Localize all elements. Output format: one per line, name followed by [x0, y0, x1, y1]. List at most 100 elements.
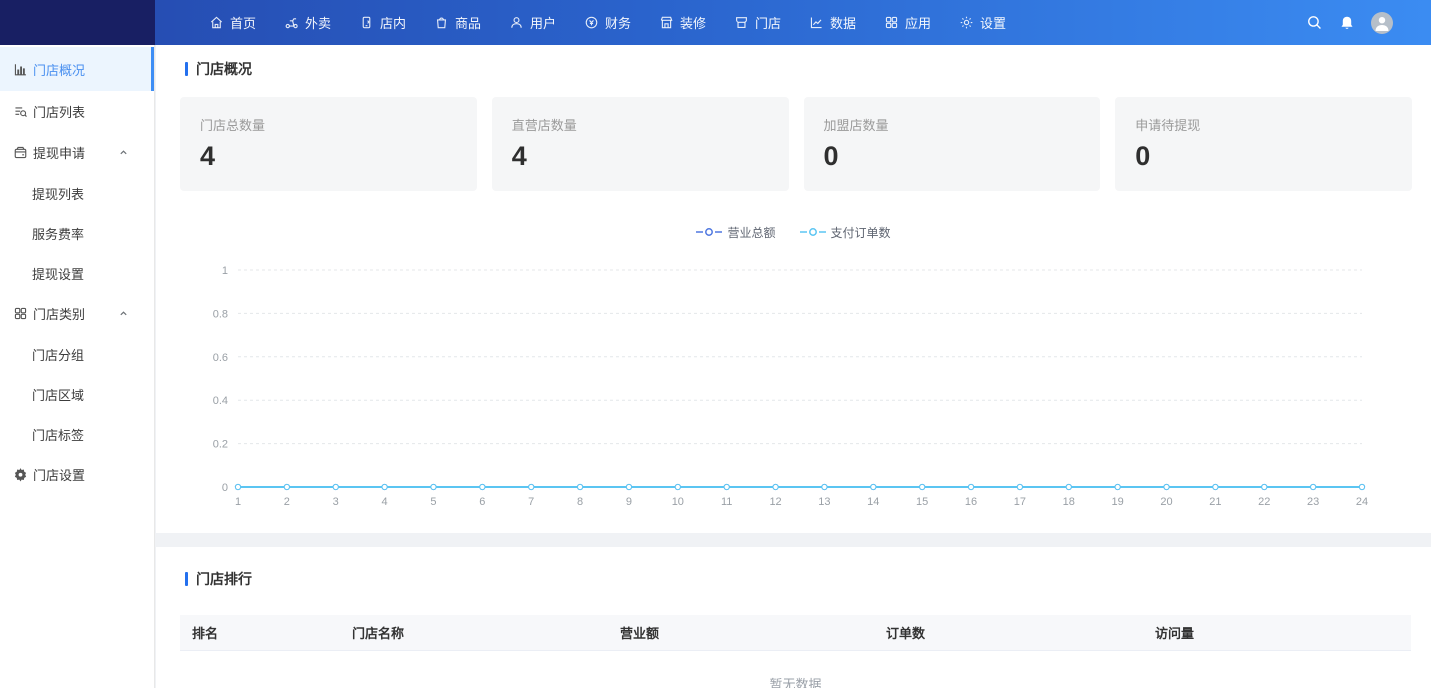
sidebar-subitem-label: 提现设置	[32, 264, 84, 283]
category-grid-icon	[13, 306, 28, 321]
svg-text:7: 7	[528, 496, 534, 508]
nav-item-home[interactable]: 首页	[195, 0, 270, 45]
sidebar-item-label: 门店设置	[33, 465, 85, 484]
svg-text:15: 15	[916, 496, 928, 508]
nav-item-label: 用户	[530, 13, 556, 32]
data-icon	[809, 15, 824, 30]
stat-card-label: 申请待提现	[1135, 115, 1392, 134]
stat-card-value: 0	[824, 143, 1081, 170]
svg-text:18: 18	[1063, 496, 1075, 508]
svg-text:17: 17	[1014, 496, 1026, 508]
user-avatar[interactable]	[1371, 12, 1393, 34]
sidebar-subitem-withdraw-list[interactable]: 提现列表	[0, 173, 154, 213]
nav-item-label: 商品	[455, 13, 481, 32]
svg-text:8: 8	[577, 496, 583, 508]
nav-item-user[interactable]: 用户	[495, 0, 570, 45]
nav-item-data[interactable]: 数据	[795, 0, 870, 45]
nav-item-label: 装修	[680, 13, 706, 32]
list-search-icon	[13, 104, 28, 119]
wallet-icon	[13, 145, 28, 160]
bell-icon[interactable]	[1339, 15, 1355, 31]
nav-item-settings[interactable]: 设置	[945, 0, 1020, 45]
nav-item-instore[interactable]: 店内	[345, 0, 420, 45]
column-header-visits: 访问量	[1143, 623, 1411, 642]
stat-card-value: 0	[1135, 143, 1392, 170]
nav-item-apps[interactable]: 应用	[870, 0, 945, 45]
stat-card-franchise-stores: 加盟店数量 0	[804, 97, 1101, 191]
gear-icon	[13, 467, 28, 482]
settings-icon	[959, 15, 974, 30]
stat-card-pending-withdraw: 申请待提现 0	[1115, 97, 1412, 191]
ranking-panel: 门店排行 排名 门店名称 营业额 订单数 访问量 暂无数据	[156, 547, 1431, 688]
bar-chart-icon	[13, 62, 28, 77]
svg-text:1: 1	[222, 265, 228, 277]
nav-item-decorate[interactable]: 装修	[645, 0, 720, 45]
main-content: 门店概况 门店总数量 4 直营店数量 4 加盟店数量 0 申请待提现 0	[156, 45, 1431, 688]
sidebar-item-label: 门店列表	[33, 102, 85, 121]
overview-panel: 门店概况 门店总数量 4 直营店数量 4 加盟店数量 0 申请待提现 0	[156, 45, 1431, 533]
svg-text:2: 2	[284, 496, 290, 508]
svg-text:9: 9	[626, 496, 632, 508]
sidebar-subitem-label: 门店区域	[32, 385, 84, 404]
column-header-orders: 订单数	[874, 623, 1143, 642]
sidebar-item-store-category[interactable]: 门店类别	[0, 293, 154, 334]
section-title-text: 门店概况	[196, 59, 252, 79]
sidebar-subitem-store-region[interactable]: 门店区域	[0, 374, 154, 414]
store-icon	[734, 15, 749, 30]
nav-item-finance[interactable]: 财务	[570, 0, 645, 45]
instore-icon	[359, 15, 374, 30]
svg-text:19: 19	[1112, 496, 1124, 508]
svg-text:23: 23	[1307, 496, 1319, 508]
sidebar-subitem-label: 提现列表	[32, 184, 84, 203]
stat-cards: 门店总数量 4 直营店数量 4 加盟店数量 0 申请待提现 0	[156, 97, 1431, 191]
stat-card-value: 4	[512, 143, 769, 170]
nav-item-goods[interactable]: 商品	[420, 0, 495, 45]
sidebar-subitem-service-rate[interactable]: 服务费率	[0, 213, 154, 253]
svg-text:16: 16	[965, 496, 977, 508]
svg-text:21: 21	[1209, 496, 1221, 508]
column-header-revenue: 营业额	[608, 623, 874, 642]
stat-card-total-stores: 门店总数量 4	[180, 97, 477, 191]
sidebar-subitem-store-tag[interactable]: 门店标签	[0, 414, 154, 454]
logo-area	[0, 0, 155, 45]
goods-icon	[434, 15, 449, 30]
decorate-icon	[659, 15, 674, 30]
section-title-overview: 门店概况	[156, 59, 1431, 79]
top-navbar: 首页 外卖 店内 商品 用户 财务 装修 门店	[0, 0, 1431, 45]
ranking-table: 排名 门店名称 营业额 订单数 访问量 暂无数据	[180, 615, 1411, 688]
main-nav: 首页 外卖 店内 商品 用户 财务 装修 门店	[195, 0, 1020, 45]
sidebar-item-label: 门店类别	[33, 304, 85, 323]
sidebar-item-withdraw-request[interactable]: 提现申请	[0, 132, 154, 173]
nav-item-label: 设置	[980, 13, 1006, 32]
sidebar-item-store-list[interactable]: 门店列表	[0, 91, 154, 132]
legend-item-revenue[interactable]: 营业总额	[696, 224, 775, 241]
svg-text:12: 12	[769, 496, 781, 508]
svg-text:22: 22	[1258, 496, 1270, 508]
sidebar-subitem-withdraw-settings[interactable]: 提现设置	[0, 253, 154, 293]
topbar-right	[1306, 12, 1431, 34]
empty-state-text: 暂无数据	[769, 674, 821, 688]
legend-item-paid-orders[interactable]: 支付订单数	[800, 224, 891, 241]
legend-label: 营业总额	[727, 224, 775, 241]
sidebar-subitem-label: 门店标签	[32, 425, 84, 444]
svg-text:0: 0	[222, 482, 228, 494]
nav-item-label: 首页	[230, 13, 256, 32]
nav-item-label: 数据	[830, 13, 856, 32]
nav-item-label: 财务	[605, 13, 631, 32]
nav-item-label: 外卖	[305, 13, 331, 32]
section-title-ranking: 门店排行	[156, 569, 1431, 589]
search-icon[interactable]	[1306, 14, 1323, 31]
sidebar: 门店概况 门店列表 提现申请 提现列表 服务费率 提现设置 门店类别 门店分组 …	[0, 45, 155, 688]
sidebar-item-label: 提现申请	[33, 143, 85, 162]
stat-card-value: 4	[200, 143, 457, 170]
nav-item-takeout[interactable]: 外卖	[270, 0, 345, 45]
finance-icon	[584, 15, 599, 30]
svg-text:5: 5	[430, 496, 436, 508]
svg-text:14: 14	[867, 496, 879, 508]
legend-marker-icon	[696, 227, 722, 237]
sidebar-item-store-overview[interactable]: 门店概况	[0, 47, 154, 91]
sidebar-subitem-store-group[interactable]: 门店分组	[0, 334, 154, 374]
sidebar-item-store-settings[interactable]: 门店设置	[0, 454, 154, 495]
section-title-bar	[185, 572, 188, 586]
nav-item-store[interactable]: 门店	[720, 0, 795, 45]
